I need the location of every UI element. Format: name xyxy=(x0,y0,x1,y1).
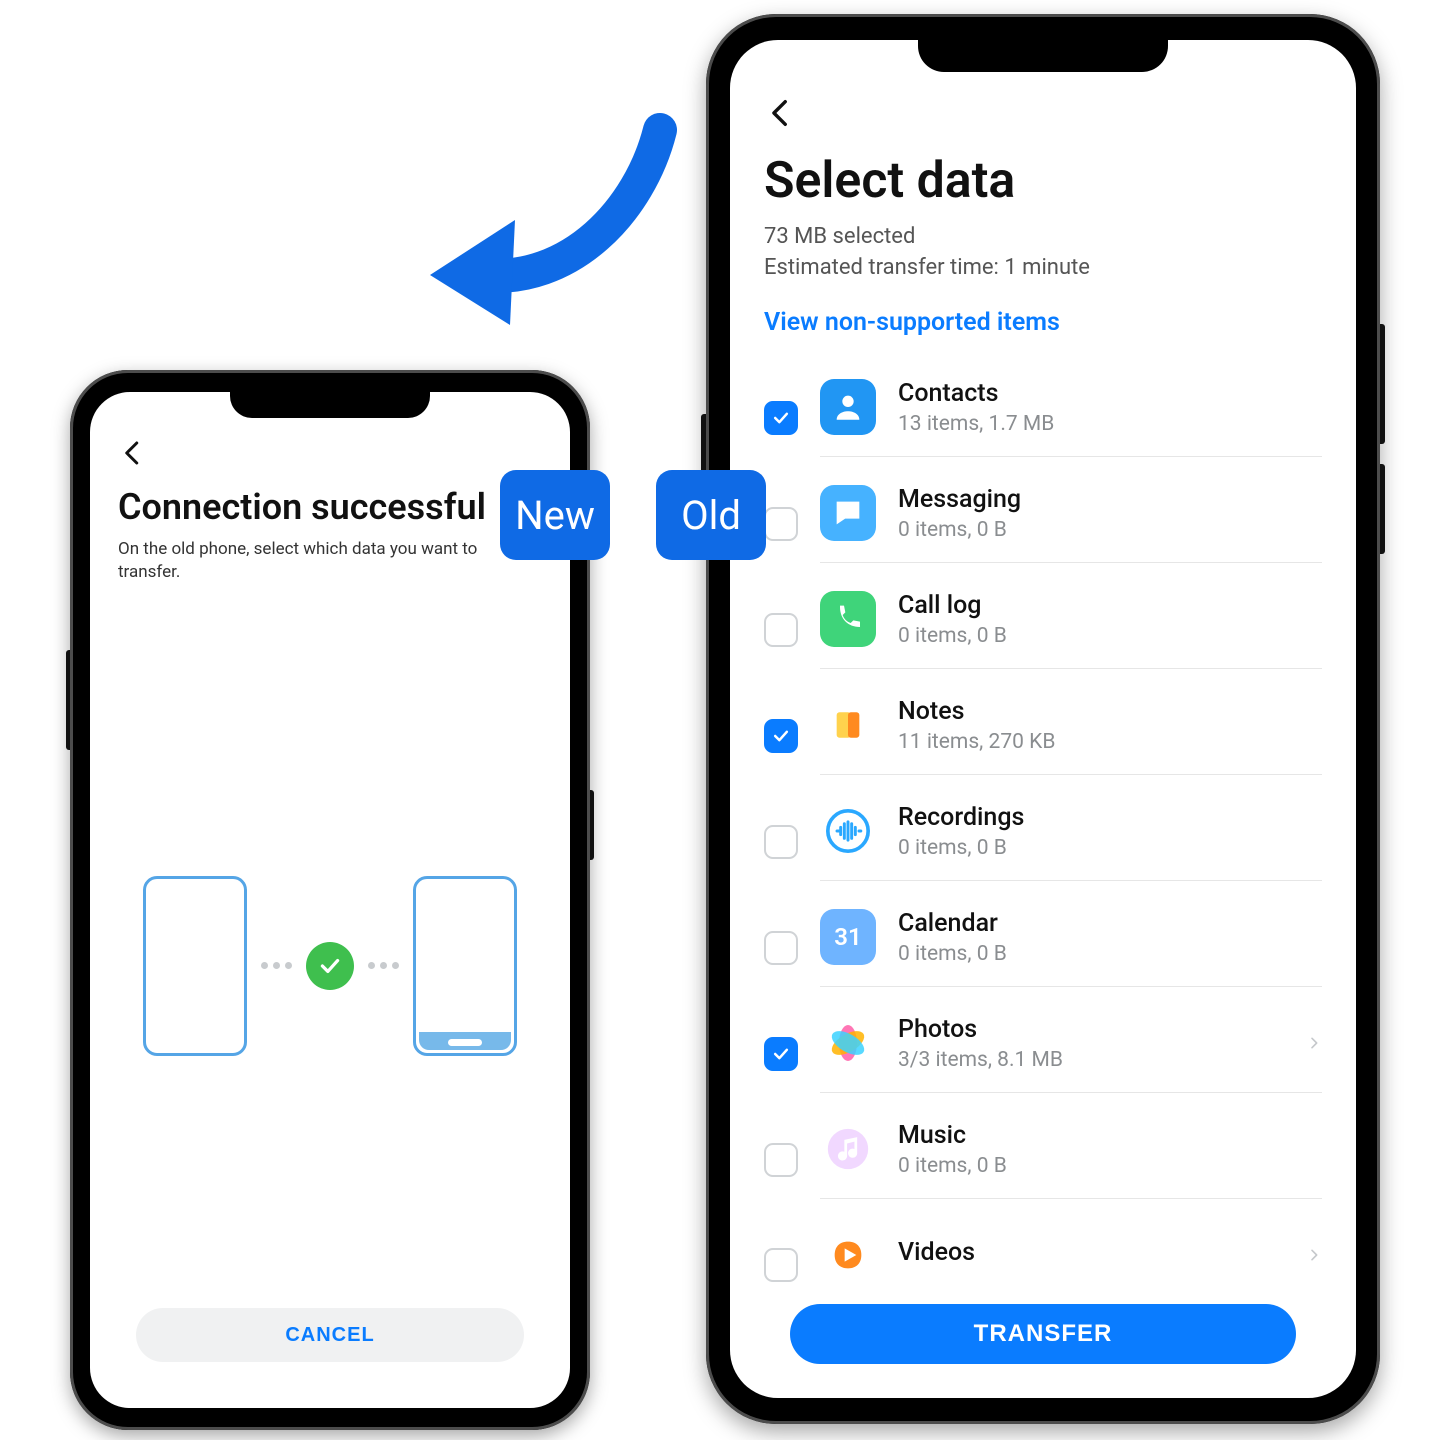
list-item-recordings[interactable]: Recordings 0 items, 0 B xyxy=(764,789,1322,895)
row-title: Notes xyxy=(898,697,1284,726)
back-button[interactable] xyxy=(118,438,148,468)
checkbox-music[interactable] xyxy=(764,1143,798,1177)
row-title: Videos xyxy=(898,1238,1284,1267)
checkbox-calllog[interactable] xyxy=(764,613,798,647)
list-item-contacts[interactable]: Contacts 13 items, 1.7 MB xyxy=(764,365,1322,471)
old-phone-tag: Old xyxy=(656,470,766,560)
row-title: Contacts xyxy=(898,379,1284,408)
messaging-icon xyxy=(820,485,876,541)
transfer-button[interactable]: TRANSFER xyxy=(790,1304,1296,1364)
calendar-icon: 31 xyxy=(820,909,876,965)
row-subtitle: 0 items, 0 B xyxy=(898,624,1284,648)
row-title: Call log xyxy=(898,591,1284,620)
list-item-videos[interactable]: Videos xyxy=(764,1213,1322,1288)
checkbox-messaging[interactable] xyxy=(764,507,798,541)
videos-icon xyxy=(820,1227,876,1283)
row-subtitle: 0 items, 0 B xyxy=(898,942,1284,966)
row-subtitle: 0 items, 0 B xyxy=(898,836,1284,860)
notes-icon xyxy=(820,697,876,753)
cancel-button[interactable]: CANCEL xyxy=(136,1308,524,1362)
chevron-right-icon xyxy=(1306,1035,1322,1051)
success-check-icon xyxy=(306,942,354,990)
list-item-calendar[interactable]: 31 Calendar 0 items, 0 B xyxy=(764,895,1322,1001)
transfer-direction-arrow xyxy=(400,100,700,350)
row-title: Photos xyxy=(898,1015,1284,1044)
chevron-right-icon xyxy=(1306,1247,1322,1263)
list-item-messaging[interactable]: Messaging 0 items, 0 B xyxy=(764,471,1322,577)
old-phone-device: Select data 73 MB selected Estimated tra… xyxy=(706,14,1380,1424)
back-button[interactable] xyxy=(764,96,798,130)
view-non-supported-link[interactable]: View non-supported items xyxy=(764,308,1322,337)
row-subtitle: 0 items, 0 B xyxy=(898,518,1284,542)
row-title: Music xyxy=(898,1121,1284,1150)
new-phone-tag: New xyxy=(500,470,610,560)
photos-icon xyxy=(820,1015,876,1071)
checkbox-notes[interactable] xyxy=(764,719,798,753)
row-subtitle: 13 items, 1.7 MB xyxy=(898,412,1284,436)
page-title: Connection successful xyxy=(118,486,542,528)
row-subtitle: 3/3 items, 8.1 MB xyxy=(898,1048,1284,1072)
new-phone-icon xyxy=(143,876,247,1056)
data-category-list: Contacts 13 items, 1.7 MB Messaging 0 it… xyxy=(764,365,1322,1288)
contacts-icon xyxy=(820,379,876,435)
page-subtitle: On the old phone, select which data you … xyxy=(118,538,542,584)
checkbox-contacts[interactable] xyxy=(764,401,798,435)
page-title: Select data xyxy=(764,152,1322,210)
row-subtitle: 0 items, 0 B xyxy=(898,1154,1284,1178)
list-item-calllog[interactable]: Call log 0 items, 0 B xyxy=(764,577,1322,683)
row-title: Calendar xyxy=(898,909,1284,938)
list-item-music[interactable]: Music 0 items, 0 B xyxy=(764,1107,1322,1213)
row-subtitle: 11 items, 270 KB xyxy=(898,730,1284,754)
row-title: Messaging xyxy=(898,485,1284,514)
list-item-photos[interactable]: Photos 3/3 items, 8.1 MB xyxy=(764,1001,1322,1107)
checkbox-videos[interactable] xyxy=(764,1248,798,1282)
checkbox-photos[interactable] xyxy=(764,1037,798,1071)
pairing-graphic xyxy=(118,624,542,1308)
music-icon xyxy=(820,1121,876,1177)
recordings-icon xyxy=(820,803,876,859)
row-title: Recordings xyxy=(898,803,1284,832)
old-phone-icon xyxy=(413,876,517,1056)
checkbox-recordings[interactable] xyxy=(764,825,798,859)
checkbox-calendar[interactable] xyxy=(764,931,798,965)
calllog-icon xyxy=(820,591,876,647)
list-item-notes[interactable]: Notes 11 items, 270 KB xyxy=(764,683,1322,789)
selection-summary: 73 MB selected Estimated transfer time: … xyxy=(764,222,1322,284)
